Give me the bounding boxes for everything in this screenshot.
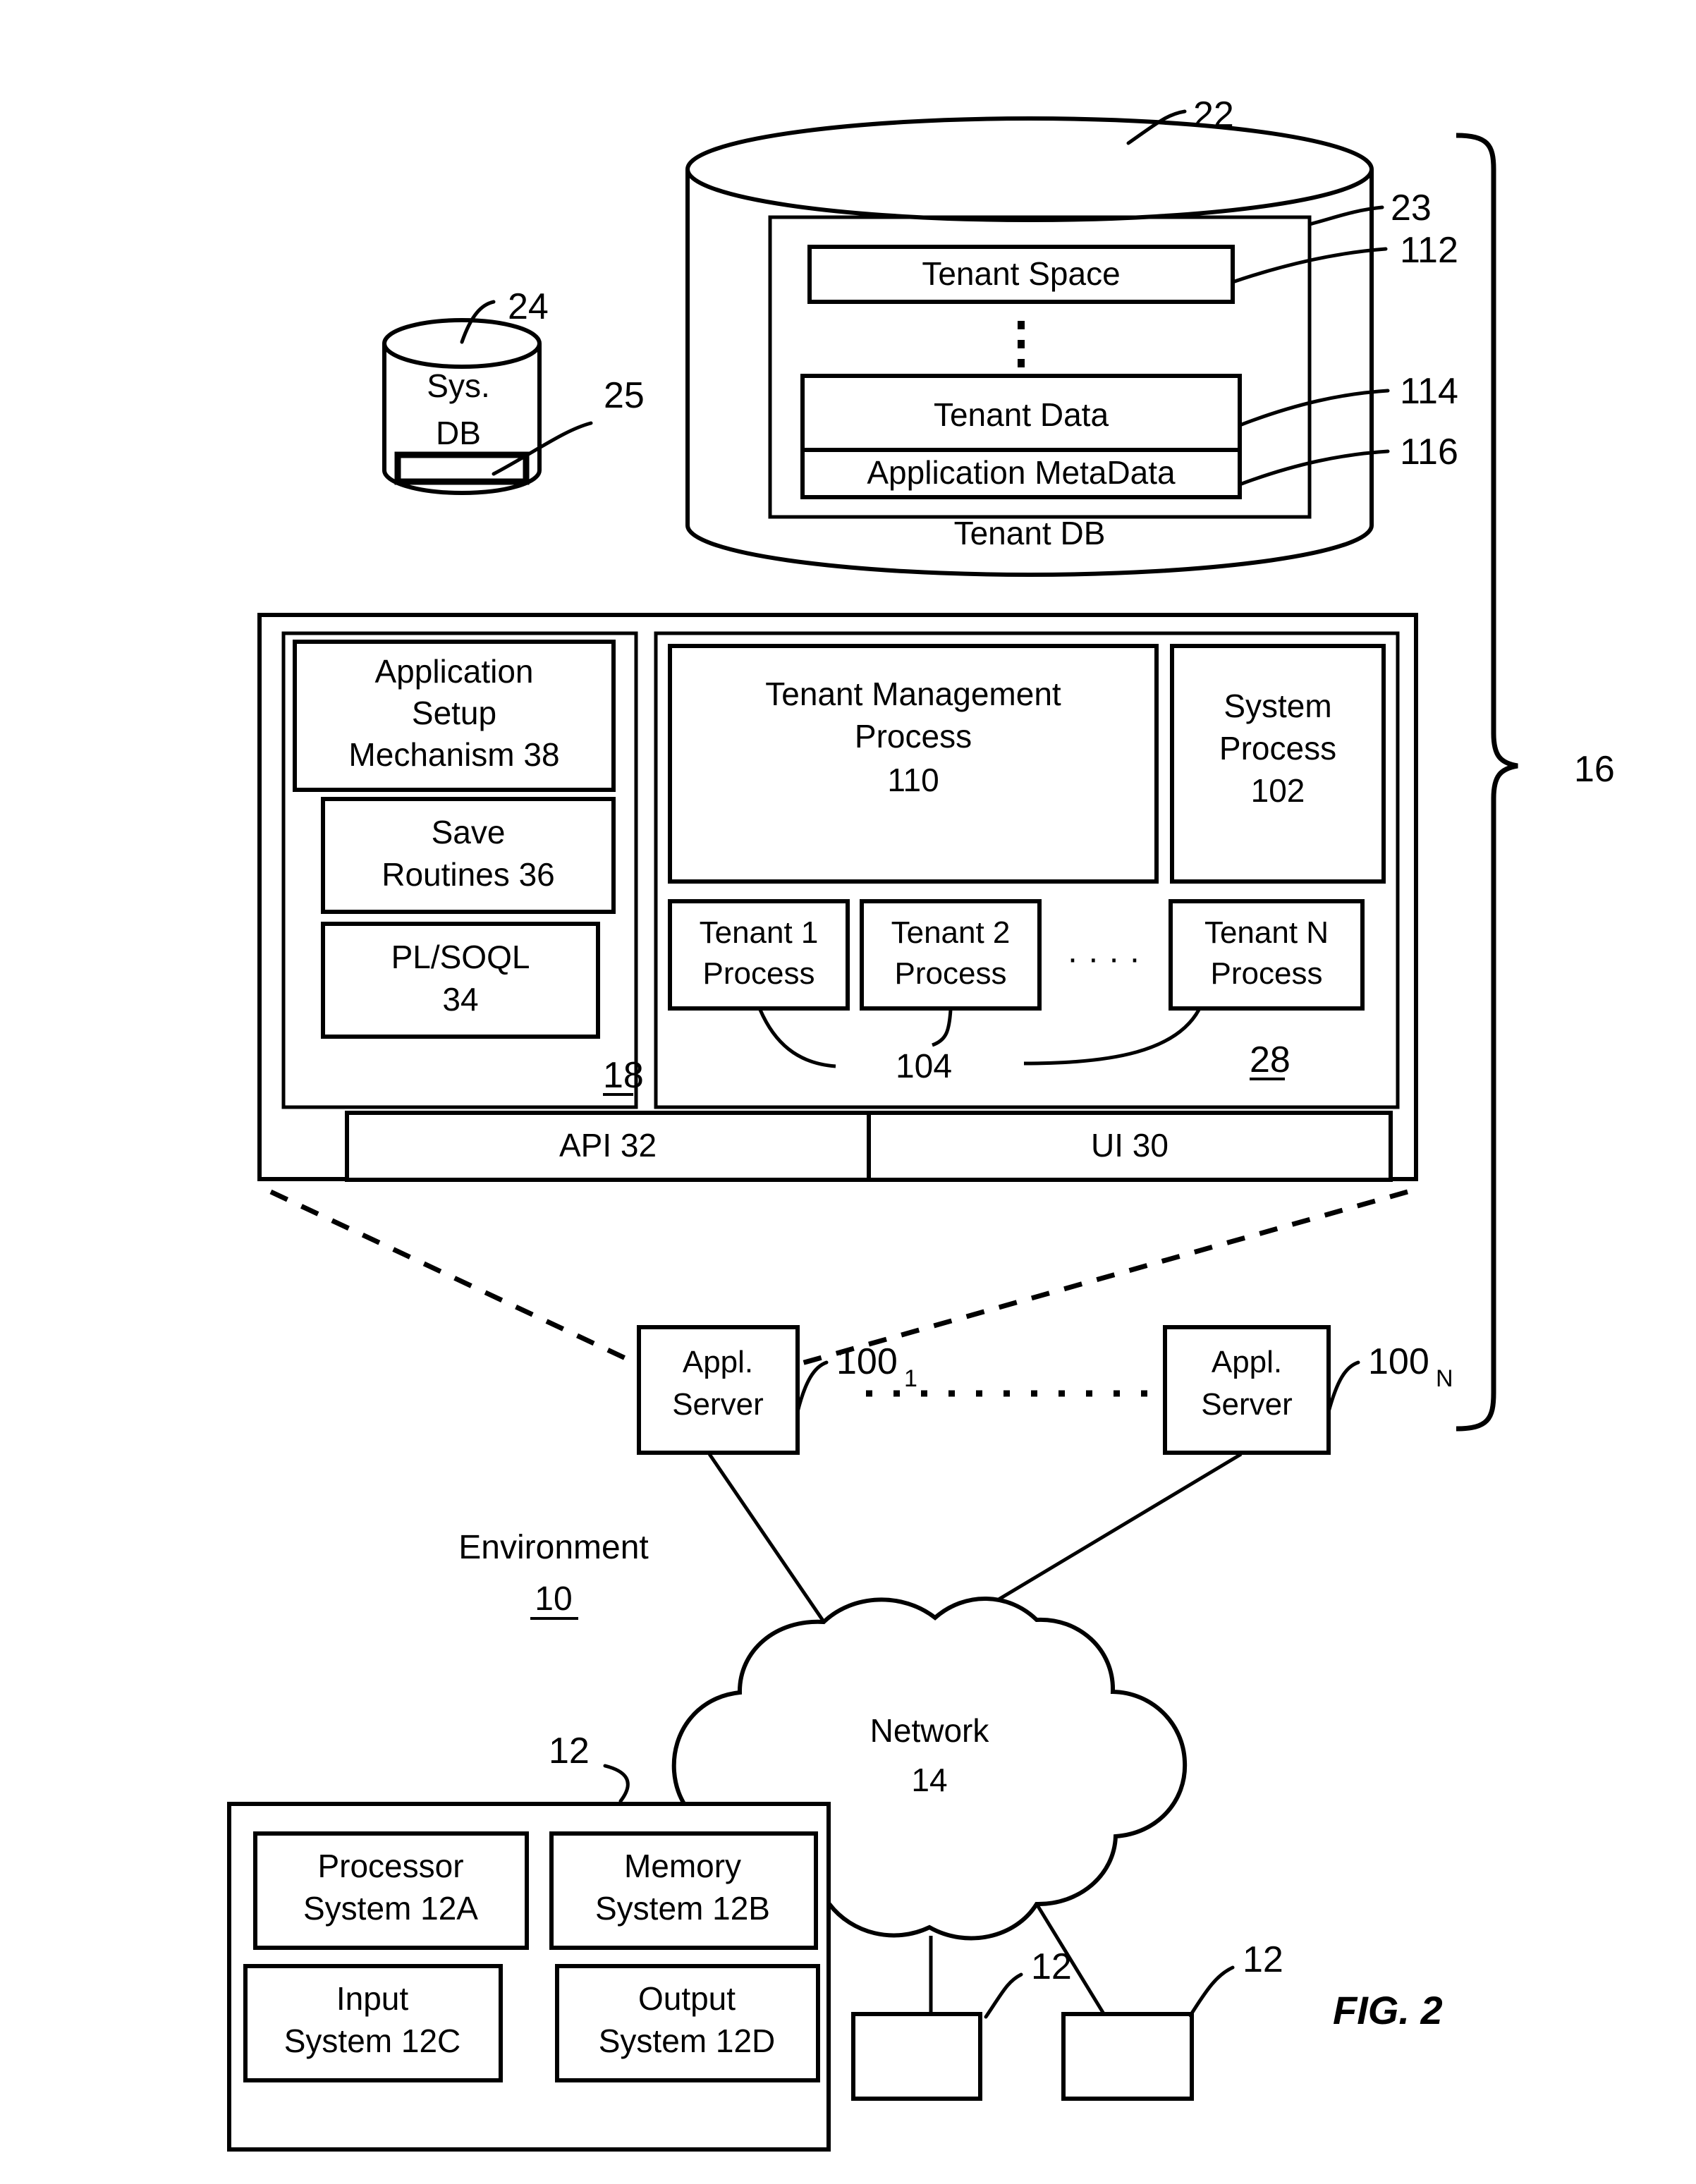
ref-label-116: 116 [1400, 432, 1458, 472]
dashed-connector-left [269, 1189, 640, 1367]
ref-label-112: 112 [1400, 230, 1458, 271]
processor-line1: Processor [317, 1848, 463, 1884]
ref-label-100-1: 100 [836, 1341, 898, 1382]
input-line2: System 12C [284, 2023, 461, 2059]
save-routines-line2: Routines 36 [382, 856, 555, 893]
network-line1: Network [870, 1712, 990, 1749]
tenant-db-cylinder [685, 116, 1374, 577]
processor-line2: System 12A [303, 1890, 478, 1927]
network-line2: 14 [911, 1762, 947, 1798]
system-process-line3: 102 [1251, 772, 1305, 809]
api-label: API 32 [559, 1127, 657, 1164]
input-line1: Input [336, 1980, 409, 2017]
bracket-16 [1456, 133, 1518, 1432]
pl-soql-line2: 34 [442, 981, 478, 1018]
memory-line2: System 12B [595, 1890, 770, 1927]
app-server-n-line2: Server [1201, 1387, 1293, 1422]
save-routines-line1: Save [432, 814, 506, 850]
link-servern-to-network [962, 1452, 1243, 1623]
ref-label-25: 25 [604, 375, 645, 416]
lead-line-12-user-system [603, 1764, 630, 1803]
app-setup-line3: Mechanism 38 [348, 736, 559, 773]
link-server1-to-network [707, 1453, 825, 1622]
ref-label-28: 28 [1250, 1039, 1291, 1080]
user-terminal-1-box [851, 2012, 982, 2101]
lead-line-100-1 [795, 1360, 829, 1414]
output-line2: System 12D [599, 2023, 776, 2059]
tenant-n-line2: Process [1211, 956, 1323, 991]
app-server-1-line1: Appl. [683, 1345, 753, 1379]
ref-label-12-terminal-2: 12 [1243, 1939, 1283, 1980]
environment-label: Environment [458, 1529, 648, 1566]
sys-db-label-line1: Sys. [427, 367, 489, 404]
tenant-2-line1: Tenant 2 [891, 915, 1011, 950]
tenant-mgmt-line2: Process [855, 718, 972, 755]
tenant-space-label: Tenant Space [922, 255, 1120, 292]
system-process-line1: System [1224, 688, 1331, 724]
lead-line-100-n [1326, 1360, 1360, 1414]
pl-soql-line1: PL/SOQL [391, 939, 530, 975]
environment-ref: 10 [535, 1580, 572, 1618]
sys-db-label-line2: DB [436, 415, 481, 451]
application-metadata-label: Application MetaData [867, 454, 1176, 491]
tenant-mgmt-line3: 110 [887, 762, 939, 798]
ref-label-22: 22 [1193, 94, 1234, 135]
app-setup-line1: Application [374, 653, 533, 690]
ref-label-18: 18 [603, 1055, 644, 1096]
patent-figure-2: 22 23 Tenant Space 112 Tenant Data Appli… [0, 0, 1696, 2184]
lead-line-12-terminal-1 [984, 1972, 1023, 2019]
ref-label-100-n: 100 [1368, 1341, 1429, 1382]
ref-label-114: 114 [1400, 371, 1458, 412]
system-process-line2: Process [1219, 730, 1336, 767]
figure-caption: FIG. 2 [1333, 1988, 1443, 2032]
ref-label-24: 24 [508, 286, 549, 327]
ref-label-12-terminal-1: 12 [1031, 1946, 1072, 1987]
tenant-db-vertical-ellipsis [1018, 321, 1025, 367]
ref-label-104: 104 [896, 1048, 952, 1085]
tenant-1-line1: Tenant 1 [700, 915, 819, 950]
output-line1: Output [638, 1980, 736, 2017]
tenant-1-line2: Process [703, 956, 815, 991]
memory-line1: Memory [624, 1848, 741, 1884]
app-server-1-line2: Server [672, 1387, 764, 1422]
tenant-2-line2: Process [895, 956, 1007, 991]
user-terminal-2-box [1061, 2012, 1194, 2101]
figure-canvas: 22 23 Tenant Space 112 Tenant Data Appli… [227, 94, 1615, 2152]
app-server-n-line1: Appl. [1212, 1345, 1282, 1379]
ui-label: UI 30 [1091, 1127, 1169, 1164]
app-setup-line2: Setup [412, 695, 496, 731]
tenant-db-label: Tenant DB [954, 515, 1106, 551]
ref-sub-100-n: N [1436, 1365, 1453, 1392]
ref-label-16: 16 [1574, 749, 1615, 790]
ref-sub-100-1: 1 [904, 1365, 917, 1392]
tenant-process-ellipsis: · · · · [1067, 940, 1140, 977]
ref-label-12-user-system: 12 [549, 1731, 590, 1771]
tenant-mgmt-line1: Tenant Management [765, 676, 1061, 712]
tenant-n-line1: Tenant N [1204, 915, 1329, 950]
ref-label-23: 23 [1391, 188, 1432, 228]
tenant-data-label: Tenant Data [934, 396, 1109, 433]
lead-line-12-terminal-2 [1188, 1965, 1235, 2018]
